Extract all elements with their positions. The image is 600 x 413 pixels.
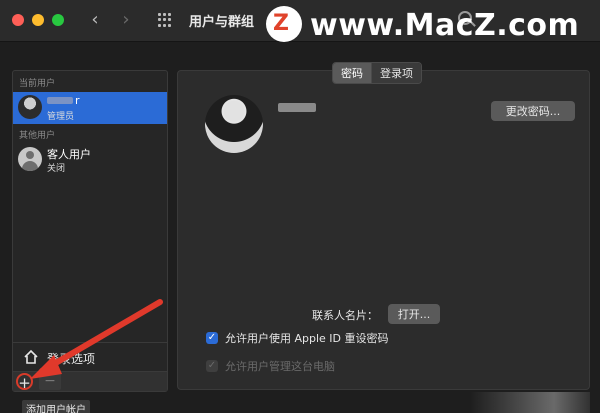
open-contact-button[interactable]: 打开...: [388, 304, 440, 324]
redacted-name: [47, 97, 73, 104]
users-sidebar: 当前用户 r 管理员 其他用户 客人用户 关闭 登录选项 + −: [12, 70, 168, 392]
checkbox-appleid-reset[interactable]: ✓: [206, 332, 218, 344]
watermark-logo: Z: [266, 6, 302, 42]
user-role: 管理员: [47, 112, 75, 122]
avatar: [18, 95, 42, 119]
window-title: 用户与群组: [189, 15, 255, 30]
allow-appleid-reset-label: 允许用户使用 Apple ID 重设密码: [225, 332, 389, 345]
login-options-label: 登录选项: [47, 352, 96, 366]
tab-password[interactable]: 密码: [333, 63, 371, 83]
watermark-text: www.MacZ.com: [310, 8, 580, 43]
login-options-item[interactable]: 登录选项: [13, 342, 167, 370]
close-window-button[interactable]: [12, 14, 24, 26]
other-users-label: 其他用户: [19, 131, 56, 141]
minimize-window-button[interactable]: [32, 14, 44, 26]
back-button[interactable]: ‹: [85, 8, 105, 32]
tab-login-items[interactable]: 登录项: [371, 63, 421, 83]
tab-bar: 密码 登录项: [332, 62, 422, 84]
user-name: r: [75, 94, 80, 107]
sidebar-bottom-bar: + −: [13, 371, 167, 391]
decorative-overlay: [470, 392, 590, 413]
add-user-tooltip: 添加用户帐户: [22, 400, 90, 413]
change-password-button[interactable]: 更改密码...: [491, 101, 575, 121]
remove-user-button[interactable]: −: [39, 373, 61, 390]
watermark-badge-letter: Z: [273, 11, 289, 36]
guest-status: 关闭: [47, 164, 66, 174]
redacted-full-name: [278, 103, 316, 112]
zoom-window-button[interactable]: [52, 14, 64, 26]
guest-name: 客人用户: [47, 148, 91, 161]
forward-button[interactable]: ›: [116, 8, 136, 32]
show-all-grid-icon[interactable]: [158, 13, 172, 27]
user-detail-panel: 密码 登录项 更改密码... 联系人名片： 打开... ✓ 允许用户使用 App…: [177, 62, 590, 390]
user-avatar[interactable]: [205, 95, 263, 153]
guest-avatar-icon: [18, 147, 42, 171]
allow-admin-row: ✓ 允许用户管理这台电脑: [206, 358, 335, 374]
contact-card-label: 联系人名片：: [312, 309, 378, 322]
allow-appleid-reset-row[interactable]: ✓ 允许用户使用 Apple ID 重设密码: [206, 330, 389, 346]
current-users-label: 当前用户: [19, 79, 56, 89]
house-icon: [24, 349, 38, 364]
sidebar-item-current-user[interactable]: r 管理员: [13, 92, 167, 124]
checkbox-allow-admin: ✓: [206, 360, 218, 372]
allow-admin-label: 允许用户管理这台电脑: [225, 360, 335, 373]
sidebar-item-guest-user[interactable]: 客人用户 关闭: [13, 144, 167, 176]
add-user-button[interactable]: +: [16, 373, 33, 391]
